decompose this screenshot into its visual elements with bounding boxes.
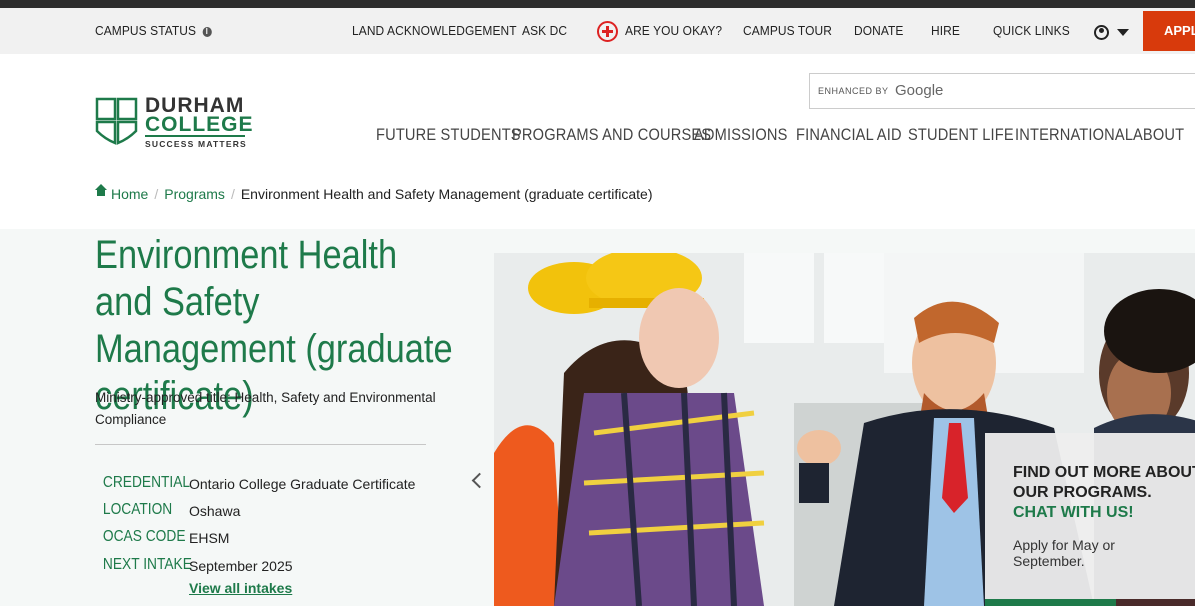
chat-cta-panel[interactable]: FIND OUT MORE ABOUT OUR PROGRAMS. CHAT W… — [985, 433, 1195, 606]
are-you-okay-link[interactable]: ARE YOU OKAY? — [625, 8, 722, 54]
google-logo: Google — [895, 82, 944, 99]
chevron-left-icon[interactable] — [469, 470, 487, 492]
fact-value-ocas-code: EHSM — [189, 530, 230, 546]
breadcrumb: Home / Programs / Environment Health and Saf… — [95, 184, 653, 202]
apply-button[interactable]: APPLY — [1143, 11, 1195, 51]
breadcrumb-home[interactable]: Home — [111, 186, 148, 202]
breadcrumb-separator: / — [154, 186, 159, 202]
view-all-intakes-link[interactable]: View all intakes — [189, 580, 292, 596]
nav-international[interactable]: INTERNATIONAL — [1015, 125, 1133, 145]
fact-label-credential: CREDENTIAL — [102, 474, 191, 491]
breadcrumb-separator: / — [230, 186, 235, 202]
fact-label-next-intake: NEXT INTAKE — [102, 556, 192, 573]
utility-bar: CAMPUS STATUS i LAND ACKNOWLEDGEMENT ASK… — [0, 8, 1195, 54]
search-enhanced-by: ENHANCED BY — [818, 86, 889, 96]
fact-value-location: Oshawa — [189, 503, 241, 519]
donate-link[interactable]: DONATE — [854, 8, 904, 54]
cta-heading: FIND OUT MORE ABOUT OUR PROGRAMS. — [1013, 464, 1195, 501]
nav-financial-aid[interactable]: FINANCIAL AID — [796, 125, 902, 145]
user-icon[interactable] — [1094, 25, 1109, 40]
land-acknowledgement-link[interactable]: LAND ACKNOWLEDGEMENT — [352, 8, 517, 54]
ask-dc-link[interactable]: ASK DC — [522, 8, 567, 54]
nav-about[interactable]: ABOUT — [1133, 125, 1184, 145]
logo-rule — [145, 135, 245, 137]
logo-shield-icon — [95, 97, 138, 145]
campus-status-label: CAMPUS STATUS — [95, 23, 197, 38]
home-icon — [95, 184, 107, 199]
medical-cross-icon — [597, 21, 618, 42]
quick-links-link[interactable]: QUICK LINKS — [993, 8, 1070, 54]
campus-status-link[interactable]: CAMPUS STATUS i — [95, 8, 212, 54]
nav-programs-and-courses[interactable]: PROGRAMS AND COURSES — [512, 125, 711, 145]
fact-value-credential: Ontario College Graduate Certificate — [189, 476, 416, 492]
campus-tour-link[interactable]: CAMPUS TOUR — [743, 8, 832, 54]
cta-accent-green — [985, 599, 1116, 606]
logo-word-college: COLLEGE — [145, 113, 254, 136]
nav-future-students[interactable]: FUTURE STUDENTS — [376, 125, 521, 145]
fact-value-next-intake: September 2025 — [189, 558, 293, 574]
fact-label-ocas-code: OCAS CODE — [102, 528, 186, 545]
chevron-down-icon[interactable] — [1117, 29, 1129, 36]
search-input[interactable]: ENHANCED BY Google — [809, 73, 1195, 109]
breadcrumb-programs[interactable]: Programs — [164, 186, 225, 202]
divider — [95, 444, 426, 445]
top-edge-bar — [0, 0, 1195, 8]
logo-tagline: SUCCESS MATTERS — [145, 139, 247, 149]
info-icon: i — [202, 27, 212, 37]
nav-student-life[interactable]: STUDENT LIFE — [908, 125, 1014, 145]
ministry-approved-title: Ministry-approved title: Health, Safety … — [95, 390, 436, 427]
fact-label-location: LOCATION — [102, 501, 173, 518]
nav-admissions[interactable]: ADMISSIONS — [694, 125, 788, 145]
durham-college-logo[interactable]: DURHAM COLLEGE SUCCESS MATTERS — [95, 95, 253, 151]
breadcrumb-current: Environment Health and Safety Management… — [240, 186, 653, 202]
cta-text: Apply for May or September. — [1013, 537, 1115, 569]
hire-link[interactable]: HIRE — [931, 8, 960, 54]
cta-accent-dark — [1116, 599, 1195, 606]
cta-chat-link[interactable]: CHAT WITH US! — [1013, 504, 1134, 522]
